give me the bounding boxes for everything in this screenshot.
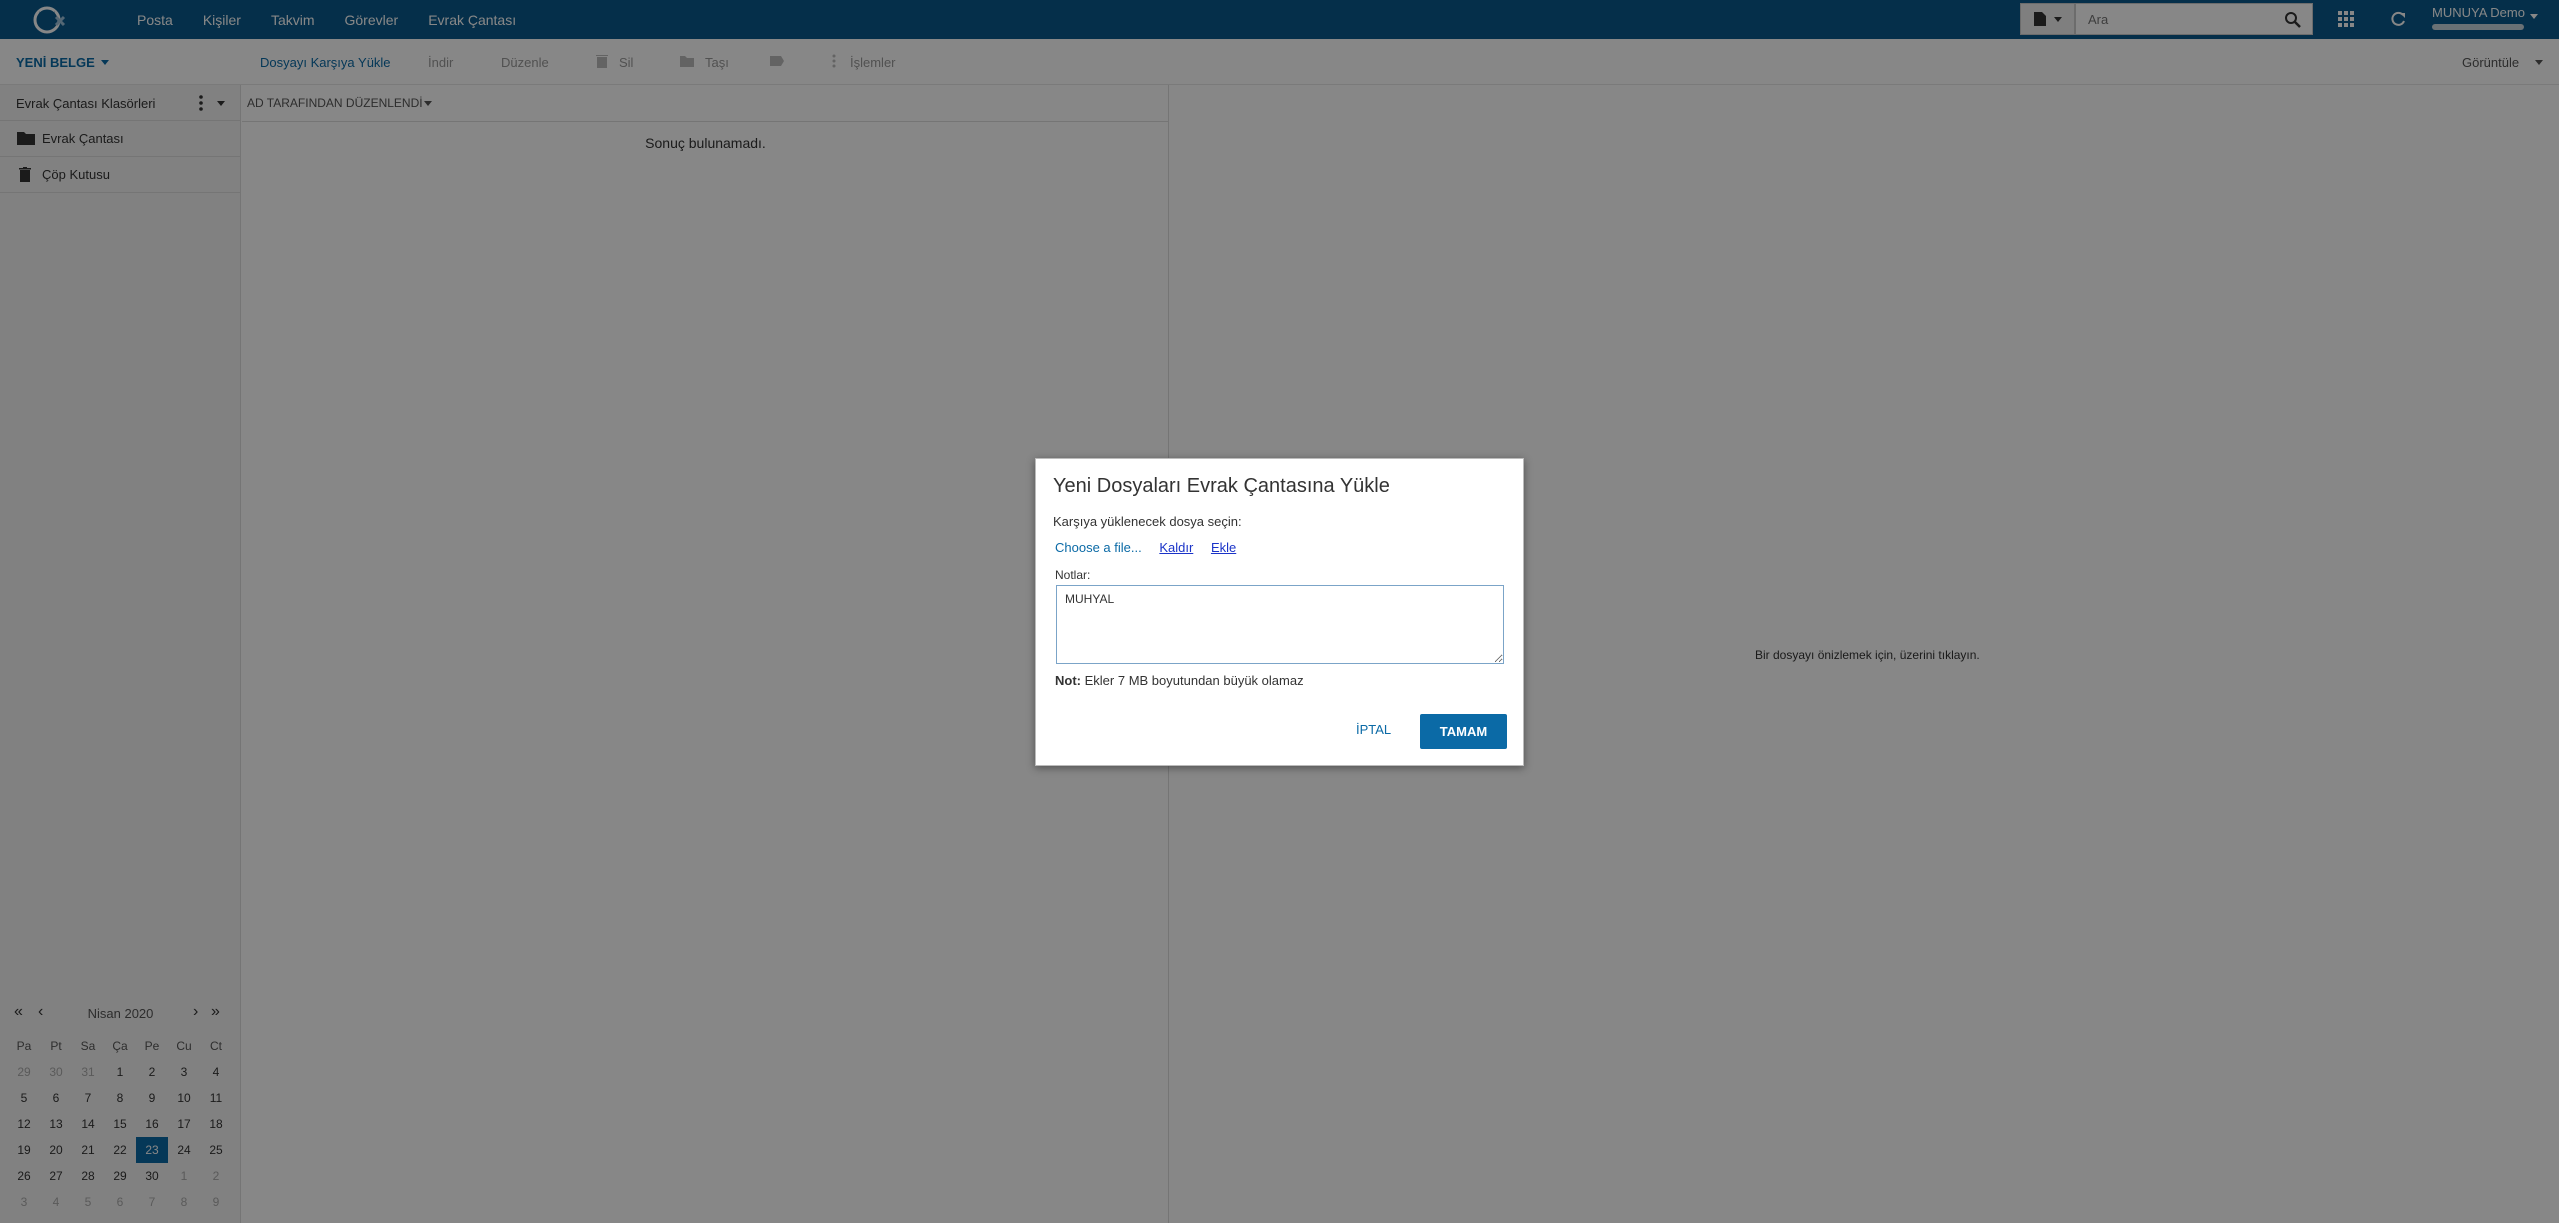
choose-file-button[interactable]: Choose a file... [1055,540,1142,555]
cancel-button[interactable]: İPTAL [1356,722,1391,737]
size-limit-note: Not: Ekler 7 MB boyutundan büyük olamaz [1055,673,1304,688]
file-links: Choose a file... Kaldır Ekle [1055,540,1250,555]
add-file-link[interactable]: Ekle [1211,540,1236,555]
note-prefix: Not: [1055,673,1081,688]
ok-button[interactable]: TAMAM [1420,714,1507,749]
remove-file-link[interactable]: Kaldır [1159,540,1193,555]
notes-label: Notlar: [1055,568,1091,582]
notes-textarea[interactable]: MUHYAL [1056,585,1504,664]
upload-dialog: Yeni Dosyaları Evrak Çantasına Yükle Kar… [1035,458,1524,766]
note-text: Ekler 7 MB boyutundan büyük olamaz [1084,673,1304,688]
dialog-title: Yeni Dosyaları Evrak Çantasına Yükle [1053,475,1390,497]
choose-file-label: Karşıya yüklenecek dosya seçin: [1053,514,1242,529]
